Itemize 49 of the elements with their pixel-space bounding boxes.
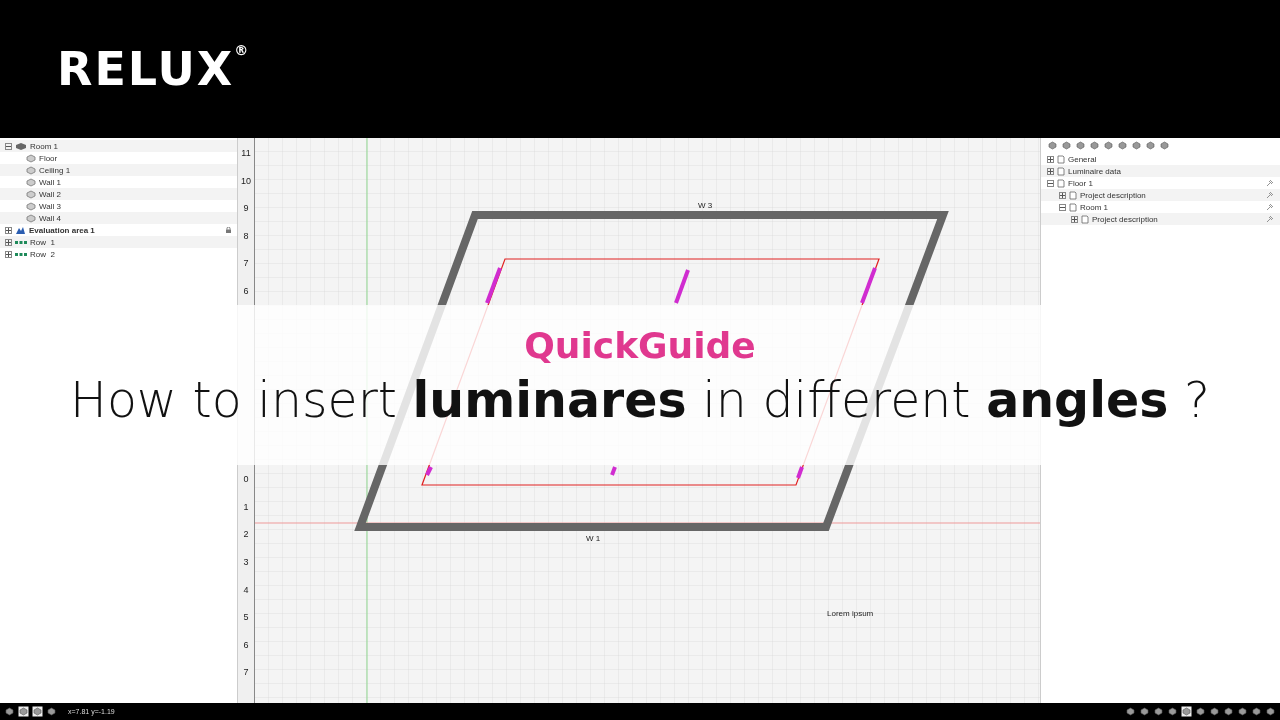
ruler-number: 0 [243, 474, 249, 487]
collapse-toggle[interactable] [5, 142, 12, 150]
headline: How to insert luminares in different angles ? [70, 372, 1210, 429]
pin-icon[interactable] [1266, 179, 1274, 187]
ruler-number: 6 [243, 285, 249, 298]
tree-item[interactable]: Project description [1041, 189, 1280, 201]
luminaire[interactable] [860, 267, 877, 304]
expand-toggle[interactable] [5, 238, 12, 246]
collapse-toggle[interactable] [1059, 203, 1066, 211]
pin-icon[interactable] [1266, 191, 1274, 199]
luminaire[interactable] [796, 466, 804, 479]
expand-toggle[interactable] [1047, 167, 1054, 175]
tree-item[interactable]: Room 1 [0, 140, 237, 152]
logo: RELUX$^{®}$ [57, 42, 251, 96]
luminaire[interactable] [674, 269, 690, 304]
expand-toggle[interactable] [5, 250, 12, 258]
expand-toggle[interactable] [5, 226, 12, 234]
ruler-number: 1 [243, 501, 249, 514]
plan-label: W 1 [586, 534, 601, 543]
tree-item[interactable]: Wall 4 [0, 212, 237, 224]
collapse-toggle[interactable] [1047, 179, 1054, 187]
expand-toggle[interactable] [1071, 215, 1078, 223]
tree-item[interactable]: Row 1 [0, 236, 237, 248]
tree-item[interactable]: Wall 2 [0, 188, 237, 200]
tree-item[interactable]: Luminaire data [1041, 165, 1280, 177]
tree-item[interactable]: Project description [1041, 213, 1280, 225]
plan-label: Lorem ipsum [827, 609, 874, 618]
expand-toggle[interactable] [1059, 191, 1066, 199]
ruler-number: 5 [243, 612, 249, 625]
ruler-number: 10 [241, 175, 251, 188]
row-icon [15, 239, 27, 245]
video-title: QuickGuide [524, 325, 756, 366]
luminaire[interactable] [485, 267, 502, 304]
ruler-number: 4 [243, 584, 249, 597]
ruler-number: 9 [243, 203, 249, 216]
ruler-number: 11 [241, 148, 251, 160]
expand-toggle[interactable] [1047, 155, 1054, 163]
luminaire[interactable] [610, 466, 617, 476]
ruler-number: 2 [243, 529, 249, 542]
ruler-number: 7 [243, 667, 249, 680]
ruler-number: 3 [243, 557, 249, 570]
pin-icon[interactable] [1266, 203, 1274, 211]
pin-icon[interactable] [1266, 215, 1274, 223]
ruler-number: 8 [243, 230, 249, 243]
tree-item[interactable]: Ceiling 1 [0, 164, 237, 176]
plan-label: W 3 [698, 201, 713, 210]
ruler-number: 7 [243, 258, 249, 271]
row-icon [15, 251, 27, 257]
ruler-number: 6 [243, 639, 249, 652]
